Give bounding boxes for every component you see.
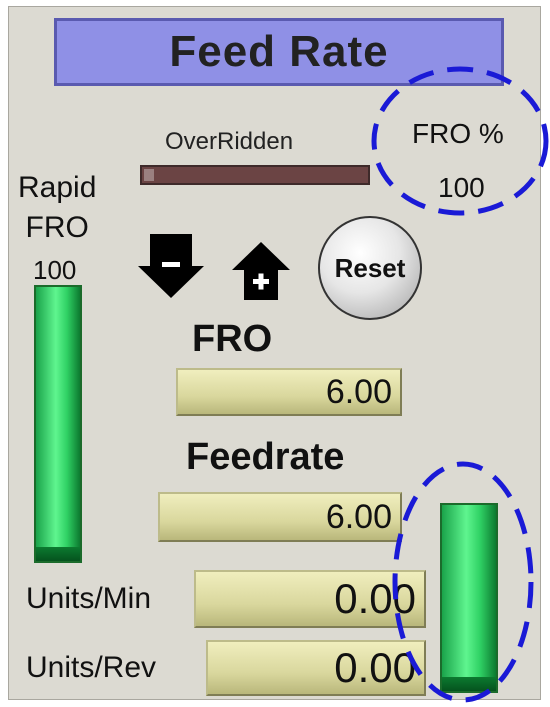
fro-value-field[interactable]: 6.00 [176,368,402,416]
feedrate-value-field[interactable]: 6.00 [158,492,402,542]
minus-icon [162,262,180,267]
units-min-value-field: 0.00 [194,570,426,628]
units-rev-value-field: 0.00 [206,640,426,696]
fro-increase-button[interactable] [230,240,292,302]
reset-button[interactable]: Reset [318,216,422,320]
feedrate-heading: Feedrate [186,436,345,478]
rapid-fro-value[interactable]: 100 [33,255,76,286]
rapid-fro-label-line1: Rapid [18,171,97,204]
overridden-indicator [140,165,370,185]
panel-title: Feed Rate [54,18,504,86]
rapid-fro-slider[interactable] [34,285,82,563]
units-rev-label: Units/Rev [26,651,157,684]
fro-heading: FRO [192,318,273,360]
fro-percent-value: 100 [438,172,485,203]
overridden-label: OverRidden [165,128,294,155]
feedrate-slider[interactable] [440,503,498,693]
rapid-fro-label-line2: FRO [25,211,89,244]
fro-decrease-button[interactable] [136,232,206,300]
rapid-fro-label: Rapid FRO [18,168,96,248]
units-min-label: Units/Min [26,582,152,615]
fro-percent-label: FRO % [412,118,504,149]
